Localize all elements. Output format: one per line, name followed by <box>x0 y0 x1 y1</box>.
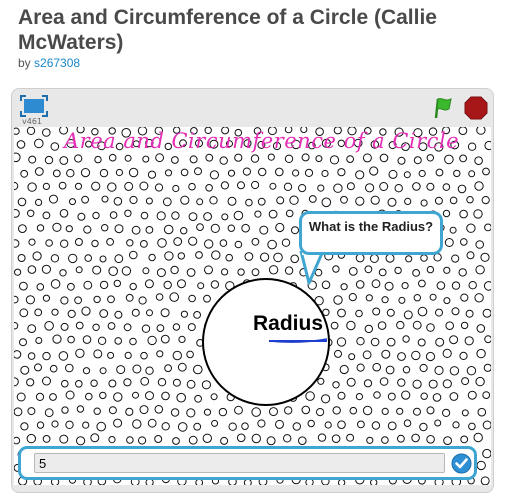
green-flag-button[interactable] <box>432 96 456 120</box>
radius-label: Radius <box>253 312 324 335</box>
stage-heading: Area and Circumference of a Circle <box>64 129 460 153</box>
stage[interactable]: Area and Circumference of a Circle What … <box>14 127 491 485</box>
fullscreen-button[interactable] <box>20 95 48 117</box>
checkmark-icon <box>451 453 472 474</box>
project-player: v461 Area and Circumference of a Circle … <box>11 88 494 493</box>
player-toolbar: v461 <box>12 89 493 126</box>
author-link[interactable]: s267308 <box>34 56 80 70</box>
byline: by s267308 <box>18 56 80 70</box>
stop-sign-icon <box>464 96 488 120</box>
circle-sprite <box>202 278 330 406</box>
answer-submit-button[interactable] <box>451 453 472 474</box>
project-title: Area and Circumference of a Circle (Call… <box>18 6 437 54</box>
fullscreen-icon <box>20 95 48 117</box>
stop-button[interactable] <box>464 96 488 120</box>
speech-bubble: What is the Radius? <box>299 211 443 255</box>
version-label: v461 <box>22 117 43 126</box>
green-flag-icon <box>434 98 452 119</box>
ask-prompt-box <box>18 446 477 480</box>
answer-input[interactable] <box>34 453 445 473</box>
by-label: by <box>18 56 31 70</box>
